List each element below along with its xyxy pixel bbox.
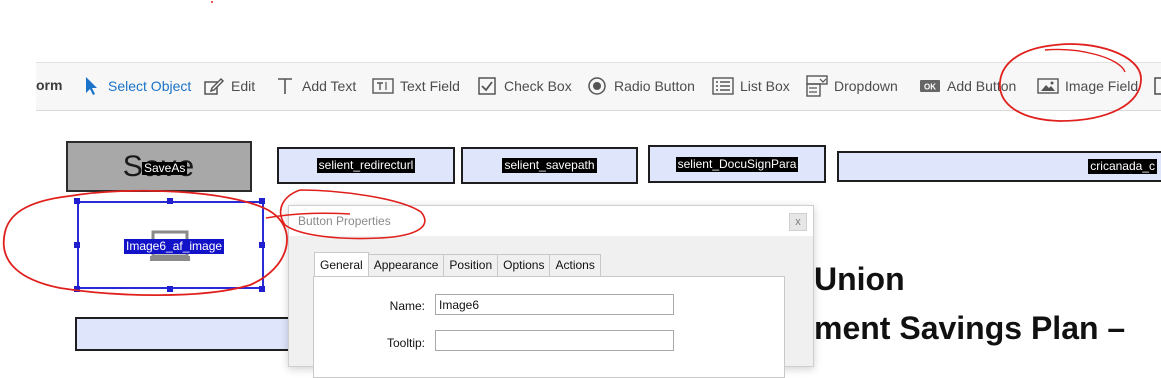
- text-field-button[interactable]: Text Field: [372, 75, 460, 97]
- field-cricanada[interactable]: cricanada_c: [837, 151, 1161, 182]
- select-object-button[interactable]: Select Object: [80, 75, 191, 97]
- dropdown-icon: [806, 75, 828, 97]
- dialog-title-bar[interactable]: Button Properties x: [289, 206, 813, 236]
- image-field-selected[interactable]: Image6_af_image: [77, 201, 264, 289]
- toolbar-form-label: orm: [36, 77, 63, 93]
- resize-handle-n[interactable]: [167, 198, 173, 204]
- tooltip-field[interactable]: [435, 330, 674, 351]
- resize-handle-ne[interactable]: [259, 198, 265, 204]
- tab-general[interactable]: General: [314, 252, 369, 279]
- document-heading-line2: ment Savings Plan –: [814, 310, 1126, 346]
- close-icon[interactable]: x: [789, 213, 807, 231]
- field-selient-docusignpara[interactable]: selient_DocuSignPara: [648, 145, 826, 183]
- tooltip-label: Tooltip:: [386, 336, 425, 350]
- radio-button-button[interactable]: Radio Button: [586, 75, 695, 97]
- dropdown-button[interactable]: Dropdown: [806, 75, 898, 97]
- image-icon: [1037, 76, 1059, 96]
- add-text-button[interactable]: Add Text: [274, 75, 356, 97]
- general-tab-panel: Name: Tooltip:: [313, 276, 785, 378]
- resize-handle-nw[interactable]: [74, 198, 80, 204]
- list-box-button[interactable]: List Box: [712, 75, 790, 97]
- name-label: Name:: [389, 299, 425, 313]
- text-t-icon: [274, 76, 296, 96]
- add-text-label: Add Text: [302, 78, 357, 94]
- field-label: selient_savepath: [502, 158, 597, 173]
- form-field-bottom[interactable]: [75, 317, 291, 351]
- dialog-title: Button Properties: [298, 214, 391, 228]
- resize-handle-e[interactable]: [259, 242, 265, 248]
- edit-button[interactable]: Edit: [203, 75, 255, 97]
- text-field-label: Text Field: [400, 78, 460, 94]
- add-button-button[interactable]: OK Add Button: [919, 75, 1016, 97]
- field-selient-savepath[interactable]: selient_savepath: [461, 147, 638, 184]
- toolbar-overflow-icon[interactable]: [1154, 75, 1161, 97]
- image-field-label: Image Field: [1065, 78, 1139, 94]
- checkbox-icon: [476, 76, 498, 96]
- field-label: selient_DocuSignPara: [675, 156, 799, 172]
- svg-text:OK: OK: [924, 83, 936, 92]
- tab-options[interactable]: Options: [497, 254, 551, 277]
- add-button-label: Add Button: [947, 78, 1017, 94]
- image-field-button[interactable]: Image Field: [1037, 75, 1138, 97]
- tab-position[interactable]: Position: [443, 254, 499, 277]
- button-properties-dialog: Button Properties x General Appearance P…: [288, 205, 814, 378]
- resize-handle-se[interactable]: [259, 286, 265, 292]
- edit-label: Edit: [231, 78, 256, 94]
- resize-handle-sw[interactable]: [74, 286, 80, 292]
- check-box-label: Check Box: [504, 78, 572, 94]
- select-object-label: Select Object: [108, 78, 192, 94]
- ok-button-icon: OK: [919, 76, 941, 96]
- radio-button-icon: [586, 76, 608, 96]
- dropdown-label: Dropdown: [834, 78, 898, 94]
- cursor-arrow-icon: [80, 76, 102, 96]
- check-box-button[interactable]: Check Box: [476, 75, 572, 97]
- tab-appearance[interactable]: Appearance: [367, 254, 445, 277]
- resize-handle-s[interactable]: [167, 286, 173, 292]
- list-box-label: List Box: [740, 78, 790, 94]
- text-field-icon: [372, 76, 394, 96]
- edit-icon: [203, 76, 225, 96]
- tab-actions[interactable]: Actions: [549, 254, 601, 277]
- radio-button-label: Radio Button: [614, 78, 695, 94]
- resize-handle-w[interactable]: [74, 242, 80, 248]
- field-selient-redirecturl[interactable]: selient_redirecturl: [277, 147, 455, 184]
- list-box-icon: [712, 76, 734, 96]
- image-field-label: Image6_af_image: [124, 239, 225, 254]
- name-field[interactable]: [435, 294, 674, 315]
- document-heading-line1: Union: [814, 261, 905, 297]
- forms-toolbar: orm Select Object Edit Add Text Text Fie…: [36, 62, 1161, 111]
- field-label: cricanada_c: [1088, 159, 1157, 174]
- save-button-field[interactable]: Save SaveAs: [66, 141, 252, 192]
- field-label: selient_redirecturl: [316, 158, 416, 173]
- dialog-tabs: General Appearance Position Options Acti…: [314, 252, 601, 279]
- save-as-field-label: SaveAs: [142, 161, 188, 175]
